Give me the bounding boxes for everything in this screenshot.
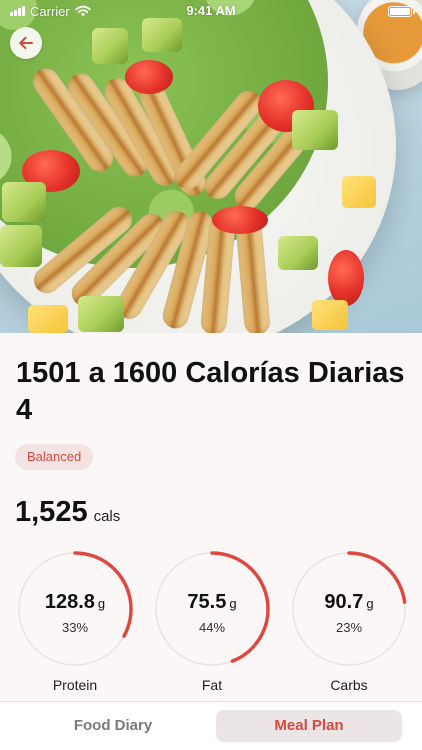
recipe-photo <box>0 0 422 333</box>
macro-label: Carbs <box>330 677 368 693</box>
calories-summary: 1,525 cals <box>15 496 120 529</box>
macro-percent: 23% <box>335 620 363 635</box>
mango-cube <box>342 176 376 208</box>
battery-icon <box>388 5 415 17</box>
mango-cube <box>28 305 68 333</box>
diet-tag-badge[interactable]: Balanced <box>15 444 94 470</box>
calories-unit: cals <box>93 508 121 525</box>
macro-amount: 128.8 g <box>44 591 106 613</box>
signal-icon <box>10 6 25 16</box>
status-left: Carrier <box>10 4 91 19</box>
macro-amount: 75.5 g <box>187 591 237 613</box>
macro-protein: 128.8 g 33% Protein <box>16 550 134 700</box>
macro-label: Protein <box>52 677 98 693</box>
recipe-title: 1501 a 1600 Calorías Diarias 4 <box>16 357 405 426</box>
macro-amount: 90.7 g <box>324 591 374 613</box>
bottom-tab-bar: Food Diary Meal Plan <box>0 701 422 750</box>
avocado-cube <box>0 225 42 267</box>
calories-value: 1,525 <box>15 496 88 528</box>
macro-percent: 33% <box>61 620 89 635</box>
carrier-name: Carrier <box>30 3 70 19</box>
avocado-cube <box>92 28 128 64</box>
macro-percent: 44% <box>198 620 226 635</box>
avocado-cube <box>278 236 318 270</box>
macro-fat: 75.5 g 44% Fat <box>153 550 271 700</box>
wifi-icon <box>75 5 91 17</box>
avocado-cube <box>2 182 46 222</box>
macro-carbs: 90.7 g 23% Carbs <box>290 550 408 700</box>
tomato-slice <box>125 60 173 94</box>
tomato-slice <box>212 206 268 234</box>
arrow-left-icon <box>19 36 33 50</box>
tab-meal-plan[interactable]: Meal Plan <box>216 710 402 742</box>
mango-cube <box>312 300 348 330</box>
avocado-cube <box>142 18 182 52</box>
recipe-details: 1501 a 1600 Calorías Diarias 4 Balanced … <box>0 333 422 701</box>
avocado-cube <box>292 110 338 150</box>
avocado-cube <box>78 296 124 332</box>
back-button[interactable] <box>10 27 42 59</box>
tomato-slice <box>328 250 364 306</box>
status-bar: Carrier 9:41 AM <box>0 0 422 22</box>
tab-food-diary[interactable]: Food Diary <box>16 710 210 742</box>
macro-label: Fat <box>201 677 223 693</box>
